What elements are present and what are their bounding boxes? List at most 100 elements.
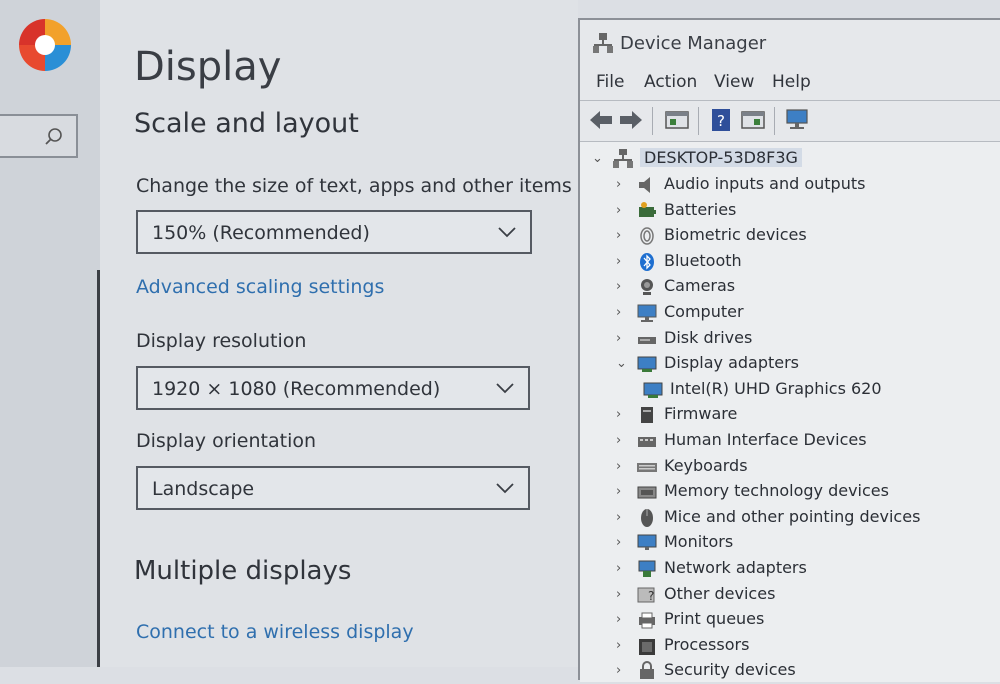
toolbar-separator	[652, 107, 653, 135]
tree-item-label: Mice and other pointing devices	[664, 506, 921, 526]
security-icon	[640, 661, 654, 680]
orientation-label: Display orientation	[136, 430, 317, 452]
tree-category-item[interactable]: › Batteries	[616, 200, 1000, 224]
back-icon[interactable]	[588, 108, 614, 132]
tree-item-label: Monitors	[664, 532, 734, 552]
computer-root-icon	[613, 149, 633, 168]
tree-category-item[interactable]: › Network adapters	[616, 558, 1000, 582]
update-driver-icon[interactable]	[740, 108, 766, 132]
help-icon[interactable]: ?	[708, 108, 734, 132]
battery-icon	[639, 201, 656, 217]
speaker-icon	[639, 177, 650, 193]
display-adapter-icon	[643, 382, 663, 398]
tree-item-label: Keyboards	[664, 455, 748, 475]
tree-category-item[interactable]: › Biometric devices	[616, 225, 1000, 249]
chevron-right-icon[interactable]: ›	[616, 587, 630, 602]
unknown-device-icon: ?	[637, 587, 655, 603]
tree-category-item[interactable]: › Bluetooth	[616, 251, 1000, 275]
multiple-displays-heading: Multiple displays	[134, 556, 352, 586]
tree-category-item[interactable]: ›? Other devices	[616, 584, 1000, 608]
tree-item-label: Audio inputs and outputs	[664, 174, 866, 193]
advanced-scaling-link[interactable]: Advanced scaling settings	[136, 276, 384, 298]
toolbar-separator	[698, 107, 699, 135]
properties-icon[interactable]	[664, 108, 690, 132]
chevron-right-icon[interactable]: ›	[616, 663, 630, 678]
chevron-right-icon[interactable]: ›	[616, 638, 630, 653]
menu-bar: File Action View Help	[580, 72, 1000, 102]
tree-item-label: Display adapters	[664, 353, 800, 373]
search-input[interactable]	[0, 114, 78, 158]
tree-category-item[interactable]: ⌄ Display adapters	[616, 353, 1000, 377]
resolution-dropdown[interactable]: 1920 × 1080 (Recommended)	[136, 366, 530, 410]
chevron-down-icon	[496, 483, 514, 494]
tree-item-label: Human Interface Devices	[664, 430, 867, 449]
menu-help[interactable]: Help	[772, 72, 811, 92]
tree-category-item[interactable]: › Security devices	[616, 660, 1000, 684]
tree-category-item[interactable]: › Firmware	[616, 404, 1000, 428]
title-bar[interactable]: Device Manager	[580, 20, 1000, 70]
chevron-down-icon	[496, 383, 514, 394]
tree-category-item[interactable]: › Disk drives	[616, 328, 1000, 352]
chevron-right-icon[interactable]: ›	[616, 535, 630, 550]
chevron-right-icon[interactable]: ›	[616, 279, 630, 294]
tree-child-item[interactable]: Intel(R) UHD Graphics 620	[638, 379, 1000, 403]
chevron-down-icon	[498, 227, 516, 238]
resolution-dropdown-value: 1920 × 1080 (Recommended)	[152, 378, 441, 400]
chevron-down-icon[interactable]: ⌄	[592, 151, 606, 166]
tree-category-item[interactable]: › Print queues	[616, 609, 1000, 633]
app-logo-icon	[19, 19, 71, 71]
tree-item-label: Cameras	[664, 276, 736, 296]
connect-wireless-display-link[interactable]: Connect to a wireless display	[136, 621, 414, 643]
fingerprint-icon	[640, 227, 654, 245]
tree-category-item[interactable]: › Memory technology devices	[616, 481, 1000, 505]
tree-category-item[interactable]: › Monitors	[616, 532, 1000, 556]
monitor-icon	[637, 534, 657, 551]
menu-file[interactable]: File	[596, 72, 624, 92]
chevron-right-icon[interactable]: ›	[616, 305, 630, 320]
chevron-right-icon[interactable]: ›	[616, 612, 630, 627]
tree-category-item[interactable]: › Cameras	[616, 276, 1000, 300]
tree-item-label: Security devices	[664, 660, 796, 680]
chevron-right-icon[interactable]: ›	[616, 228, 630, 243]
forward-icon[interactable]	[618, 108, 644, 132]
tree-category-item[interactable]: › Mice and other pointing devices	[616, 507, 1000, 531]
chevron-right-icon[interactable]: ›	[616, 177, 630, 192]
menu-view[interactable]: View	[714, 72, 754, 92]
orientation-dropdown[interactable]: Landscape	[136, 466, 530, 510]
chevron-right-icon[interactable]: ›	[616, 561, 630, 576]
tree-category-item[interactable]: › Processors	[616, 635, 1000, 659]
chevron-right-icon[interactable]: ›	[616, 331, 630, 346]
bluetooth-icon	[640, 252, 654, 271]
window-title: Device Manager	[620, 33, 767, 54]
scan-hardware-icon[interactable]	[784, 108, 810, 132]
chevron-right-icon[interactable]: ›	[616, 433, 630, 448]
tree-item-label: Memory technology devices	[664, 481, 889, 501]
search-icon	[45, 128, 62, 145]
scale-dropdown-value: 150% (Recommended)	[152, 222, 370, 244]
svg-text:?: ?	[717, 112, 725, 130]
chevron-right-icon[interactable]: ›	[616, 203, 630, 218]
tree-category-item[interactable]: › Keyboards	[616, 456, 1000, 480]
tree-category-item[interactable]: › Audio inputs and outputs	[616, 174, 1000, 198]
tree-item-label: Print queues	[664, 609, 765, 629]
computer-icon	[637, 304, 657, 322]
tree-category-item[interactable]: › Computer	[616, 302, 1000, 326]
settings-nav-strip	[0, 0, 100, 667]
tree-root[interactable]: ⌄ DESKTOP-53D8F3G	[592, 148, 992, 172]
chevron-right-icon[interactable]: ›	[616, 484, 630, 499]
tree-item-label: Computer	[664, 302, 744, 321]
tree-item-label: Intel(R) UHD Graphics 620	[670, 378, 882, 398]
orientation-dropdown-value: Landscape	[152, 478, 255, 500]
chevron-right-icon[interactable]: ›	[616, 254, 630, 269]
chevron-right-icon[interactable]: ›	[616, 510, 630, 525]
scale-dropdown[interactable]: 150% (Recommended)	[136, 210, 532, 254]
chevron-down-icon[interactable]: ⌄	[616, 356, 630, 371]
device-tree: ⌄ DESKTOP-53D8F3G › Audio inputs and outp…	[580, 142, 1000, 682]
chevron-right-icon[interactable]: ›	[616, 459, 630, 474]
chevron-right-icon[interactable]: ›	[616, 407, 630, 422]
tree-category-item[interactable]: › Human Interface Devices	[616, 430, 1000, 454]
tree-item-label: Network adapters	[664, 558, 807, 577]
menu-action[interactable]: Action	[644, 72, 697, 92]
hid-icon	[638, 437, 656, 447]
page-title: Display	[134, 44, 282, 90]
